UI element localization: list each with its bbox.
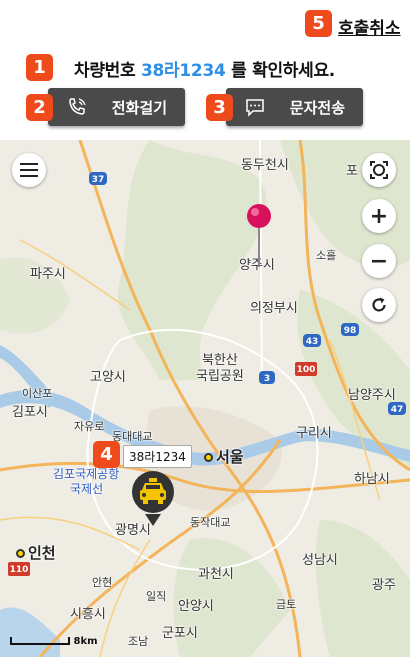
label-siheung: 시흥시 bbox=[70, 607, 106, 622]
label-dongducheon: 동두천시 bbox=[241, 158, 289, 173]
label-namyangju: 남양주시 bbox=[348, 388, 396, 403]
label-gimpo: 김포시 bbox=[12, 405, 48, 420]
step-3-badge: 3 bbox=[206, 94, 233, 121]
label-gunpo: 군포시 bbox=[162, 626, 198, 641]
call-button[interactable]: 전화걸기 bbox=[48, 88, 185, 126]
seoul-city-dot bbox=[204, 453, 213, 462]
label-gwangju: 광주 bbox=[372, 578, 396, 593]
label-anyang: 안양시 bbox=[178, 599, 214, 614]
road-47: 47 bbox=[391, 405, 404, 415]
incheon-city-dot bbox=[16, 549, 25, 558]
step-1-badge: 1 bbox=[26, 54, 53, 81]
label-hanam: 하남시 bbox=[354, 472, 390, 487]
label-iljik: 일직 bbox=[146, 590, 167, 603]
message-icon bbox=[244, 96, 266, 122]
label-guri: 구리시 bbox=[296, 426, 332, 441]
label-ipo: 이산포 bbox=[22, 387, 53, 400]
scale-label: 8km bbox=[73, 636, 98, 647]
step-4-badge: 4 bbox=[93, 441, 120, 468]
sms-button-label: 문자전송 bbox=[289, 99, 345, 117]
label-jayu: 자유로 bbox=[74, 420, 105, 433]
headline-prefix: 차량번호 bbox=[74, 61, 136, 81]
label-gwacheon: 과천시 bbox=[198, 567, 234, 582]
label-goyang: 고양시 bbox=[90, 370, 126, 385]
road-3: 3 bbox=[264, 374, 270, 384]
road-43: 43 bbox=[306, 337, 319, 347]
refresh-icon bbox=[372, 297, 386, 312]
sms-button[interactable]: 문자전송 bbox=[226, 88, 363, 126]
plate-number: 38라1234 bbox=[141, 61, 226, 81]
label-pocheon: 포 bbox=[346, 164, 358, 179]
refresh-button[interactable] bbox=[362, 288, 396, 322]
menu-icon bbox=[20, 163, 38, 177]
label-uijeongbu: 의정부시 bbox=[250, 301, 298, 316]
confirm-plate-message: 차량번호 38라1234 를 확인하세요. bbox=[74, 56, 335, 81]
map-view[interactable]: 37 3 43 98 100 110 47 동두천시 포 양주시 소흘 파주시 … bbox=[0, 140, 410, 657]
map-scale: 8km bbox=[10, 636, 98, 647]
road-98: 98 bbox=[344, 326, 357, 336]
step-5-badge: 5 bbox=[305, 10, 332, 37]
locate-icon bbox=[370, 161, 388, 179]
label-seongnam: 성남시 bbox=[302, 553, 338, 568]
headline-suffix: 를 확인하세요. bbox=[231, 61, 335, 81]
label-joma: 조남 bbox=[128, 635, 149, 648]
scale-bar bbox=[10, 637, 70, 645]
label-dongjak: 동작대교 bbox=[190, 516, 231, 529]
label-anhyeon: 안현 bbox=[92, 576, 113, 589]
taxi-plate-label: 38라1234 bbox=[123, 445, 192, 468]
locate-button[interactable] bbox=[362, 153, 396, 187]
road-110: 110 bbox=[10, 565, 29, 575]
cancel-call-link[interactable]: 호출취소 bbox=[338, 14, 401, 39]
label-incheon: 인천 bbox=[16, 542, 56, 563]
label-sowool: 소흘 bbox=[316, 249, 337, 262]
label-paju: 파주시 bbox=[30, 267, 66, 282]
label-seoul: 서울 bbox=[204, 446, 244, 467]
road-37: 37 bbox=[92, 175, 105, 185]
zoom-in-button[interactable]: + bbox=[362, 199, 396, 233]
phone-icon bbox=[66, 96, 88, 122]
map-menu-button[interactable] bbox=[12, 153, 46, 187]
zoom-out-button[interactable]: − bbox=[362, 244, 396, 278]
call-button-label: 전화걸기 bbox=[111, 99, 167, 117]
destination-pin[interactable] bbox=[245, 203, 273, 277]
label-gumgok: 금토 bbox=[276, 598, 297, 611]
label-bukhansan-park: 국립공원 bbox=[196, 369, 244, 384]
taxi-marker[interactable] bbox=[130, 470, 176, 530]
road-100-north: 100 bbox=[297, 365, 316, 375]
step-2-badge: 2 bbox=[26, 94, 53, 121]
label-domestic: 국제선 bbox=[70, 482, 104, 496]
